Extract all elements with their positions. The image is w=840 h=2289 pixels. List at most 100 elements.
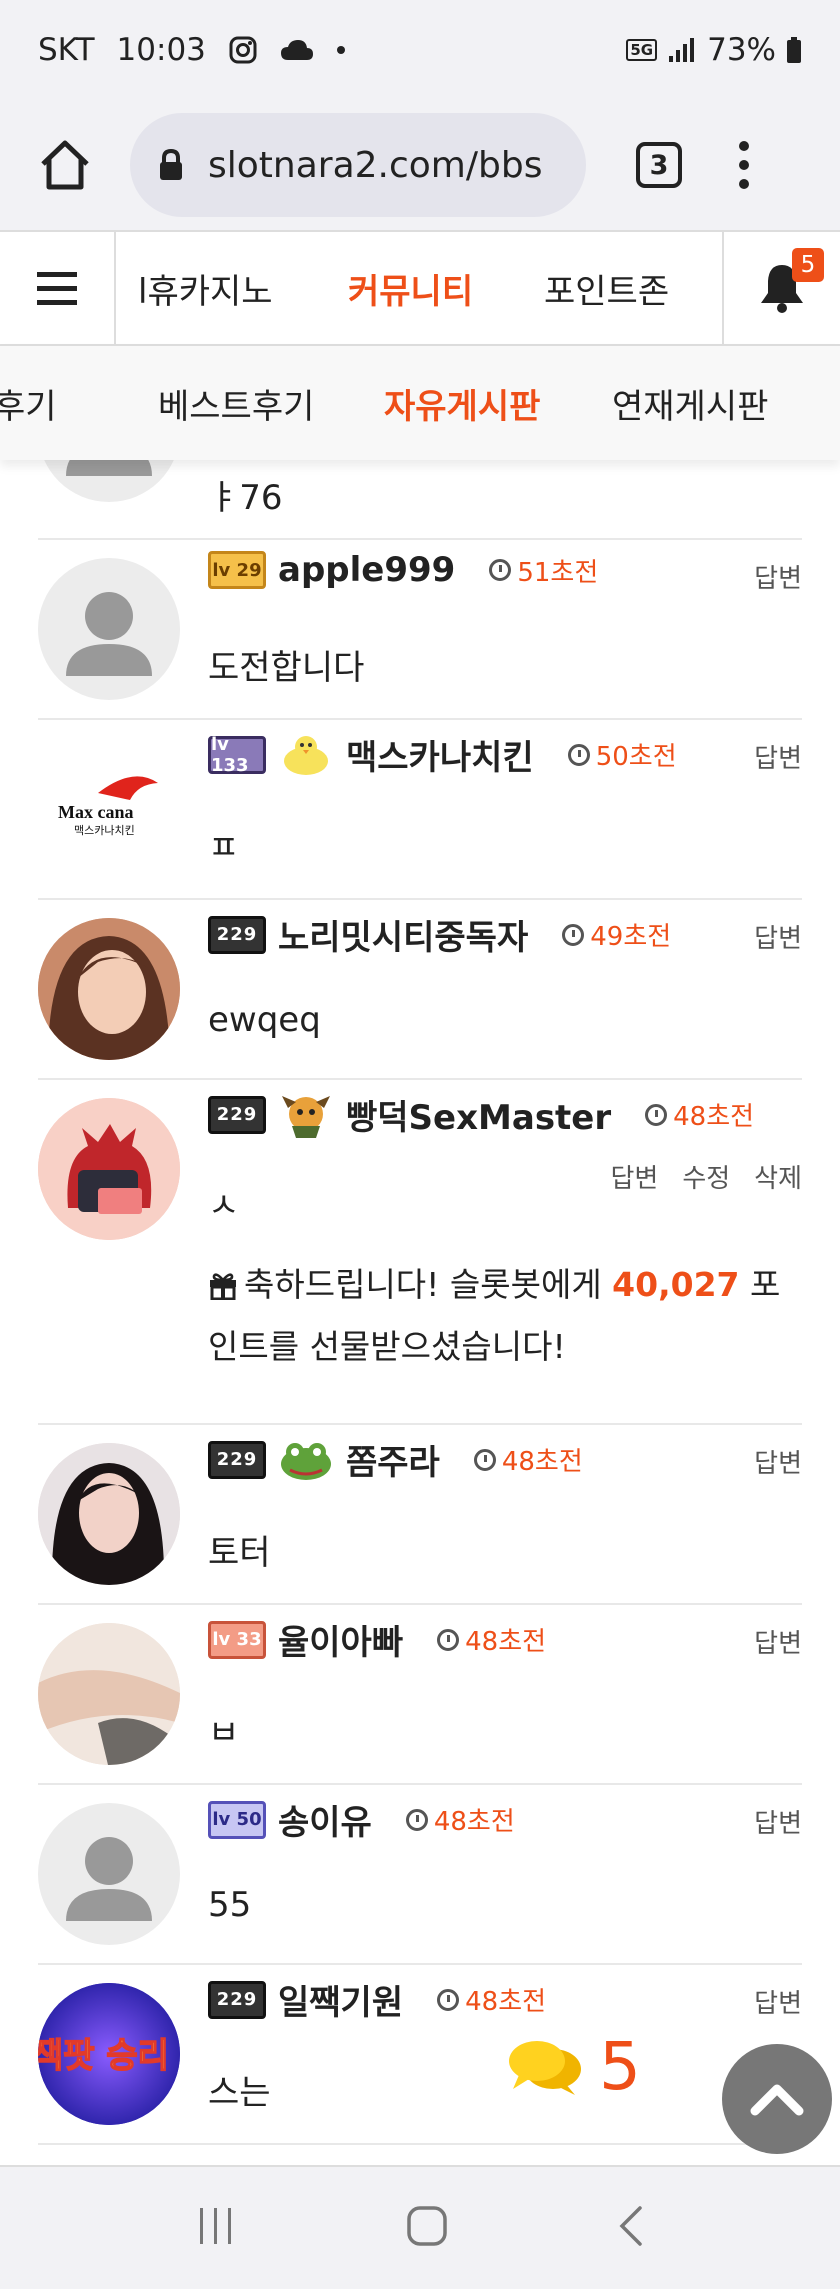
home-button[interactable] bbox=[30, 130, 100, 200]
comment-time: 48초전 bbox=[437, 1981, 546, 2018]
avatar[interactable] bbox=[38, 460, 180, 502]
gift-notice: 축하드립니다! 슬롯봇에게 40,027 포인트를 선물받으셨습니다! bbox=[208, 1256, 808, 1376]
comment-time: 48초전 bbox=[437, 1621, 546, 1658]
avatar[interactable]: 잭팟 승리 bbox=[38, 1983, 180, 2125]
nav-item-casino[interactable]: l휴카지노 bbox=[138, 264, 273, 313]
character-emblem-icon bbox=[278, 1093, 334, 1138]
comment-author[interactable]: 율이아빠 bbox=[278, 1615, 403, 1664]
menu-button[interactable] bbox=[0, 232, 116, 344]
avatar[interactable] bbox=[38, 1803, 180, 1945]
comment-text: ㅂ bbox=[208, 1713, 240, 1753]
comment-text: ㅍ bbox=[208, 828, 240, 868]
comment-text: ewqeq bbox=[208, 1000, 321, 1040]
list-item: 잭팟 승리 229 일짹기원 48초전 답변 스는 bbox=[38, 1965, 802, 2145]
brand-logo-avatar: Max cana 맥스카나치킨 bbox=[58, 776, 158, 837]
user-icon bbox=[66, 592, 152, 676]
home-square-icon bbox=[407, 2206, 447, 2246]
svg-text:맥스카나치킨: 맥스카나치킨 bbox=[74, 824, 135, 837]
comment-author[interactable]: 맥스카나치킨 bbox=[346, 730, 534, 779]
comment-list: ㅑ76 lv 29 apple999 51초전 답변 도전합니다 Max can… bbox=[0, 460, 840, 2165]
comment-author[interactable]: 쫌주라 bbox=[346, 1435, 440, 1484]
more-icon-dot bbox=[739, 179, 749, 189]
gift-message-prefix: 축하드립니다! 슬롯봇에게 bbox=[244, 1265, 613, 1304]
avatar[interactable] bbox=[38, 918, 180, 1060]
address-bar[interactable]: slotnara2.com/bbs bbox=[130, 113, 586, 217]
comment-text: ㅑ76 bbox=[208, 478, 283, 518]
comment-text: 55 bbox=[208, 1885, 252, 1925]
comment-author[interactable]: 빵덕SexMaster bbox=[346, 1090, 611, 1139]
tab-best-reviews[interactable]: 베스트후기 bbox=[158, 379, 314, 428]
comment-text: 토터 bbox=[208, 1533, 271, 1573]
reply-button[interactable]: 답변 bbox=[754, 1803, 802, 1840]
reply-button[interactable]: 답변 bbox=[610, 1158, 658, 1195]
reply-button[interactable]: 답변 bbox=[754, 1623, 802, 1660]
battery-icon bbox=[786, 36, 802, 64]
avatar[interactable] bbox=[38, 1098, 180, 1240]
level-badge: 229 bbox=[208, 1095, 266, 1134]
back-chevron-icon bbox=[619, 2206, 643, 2246]
avatar[interactable] bbox=[38, 1623, 180, 1765]
battery-label: 73% bbox=[707, 32, 776, 68]
more-icon bbox=[739, 141, 749, 151]
level-badge: lv 33 bbox=[208, 1620, 266, 1659]
instagram-icon bbox=[228, 35, 258, 65]
nav-item-community[interactable]: 커뮤니티 bbox=[348, 264, 473, 313]
comment-author[interactable]: 노리밋시티중독자 bbox=[278, 910, 528, 959]
tab-reviews[interactable]: 후기 bbox=[0, 379, 57, 428]
clock-icon bbox=[405, 1808, 428, 1831]
avatar[interactable]: Max cana 맥스카나치킨 bbox=[38, 738, 180, 880]
reply-button[interactable]: 답변 bbox=[754, 1983, 802, 2020]
edit-button[interactable]: 수정 bbox=[682, 1158, 730, 1195]
comment-text: 스는 bbox=[208, 2073, 271, 2113]
nav-item-points[interactable]: 포인트존 bbox=[544, 264, 669, 313]
tab-free-board[interactable]: 자유게시판 bbox=[384, 379, 540, 428]
clock-icon bbox=[437, 1628, 460, 1651]
list-item: 229 노리밋시티중독자 49초전 답변 ewqeq bbox=[38, 900, 802, 1080]
avatar[interactable] bbox=[38, 1443, 180, 1585]
clock-icon bbox=[567, 743, 590, 766]
recents-icon bbox=[199, 2208, 231, 2244]
home-icon bbox=[41, 140, 89, 190]
cartoon-avatar bbox=[38, 1098, 180, 1240]
dot-icon bbox=[336, 45, 346, 55]
back-button[interactable] bbox=[616, 2204, 646, 2252]
list-item: 229 빵덕SexMaster 48초전 답변 수정 삭제 ㅅ 축하드립니다! … bbox=[38, 1080, 802, 1425]
recent-apps-button[interactable] bbox=[194, 2206, 238, 2250]
list-item: lv 29 apple999 51초전 답변 도전합니다 bbox=[38, 540, 802, 720]
user-icon bbox=[66, 1837, 152, 1921]
scroll-to-top-button[interactable] bbox=[722, 2044, 832, 2154]
chat-button[interactable]: 5 bbox=[505, 2028, 641, 2105]
level-badge: lv 133 bbox=[208, 734, 266, 776]
tab-switcher-button[interactable]: 3 bbox=[636, 142, 682, 188]
comment-author[interactable]: apple999 bbox=[278, 550, 455, 590]
cloud-icon bbox=[280, 38, 314, 62]
board-tabs: 후기 베스트후기 자유게시판 연재게시판 bbox=[0, 346, 840, 460]
level-badge: 229 bbox=[208, 915, 266, 954]
system-nav-bar bbox=[0, 2165, 840, 2289]
comment-author[interactable]: 송이유 bbox=[278, 1795, 372, 1844]
list-item: ㅑ76 bbox=[38, 460, 802, 540]
comment-time: 48초전 bbox=[645, 1096, 754, 1133]
comment-time-text: 51초전 bbox=[517, 557, 599, 588]
reply-button[interactable]: 답변 bbox=[754, 738, 802, 775]
overflow-menu-button[interactable] bbox=[734, 141, 754, 189]
comment-time-text: 49초전 bbox=[590, 922, 672, 952]
comment-author[interactable]: 일짹기원 bbox=[278, 1975, 403, 2024]
reply-button[interactable]: 답변 bbox=[754, 1443, 802, 1480]
hamburger-icon-bar bbox=[37, 299, 77, 305]
level-badge: lv 50 bbox=[208, 1800, 266, 1839]
delete-button[interactable]: 삭제 bbox=[754, 1158, 802, 1195]
reply-button[interactable]: 답변 bbox=[754, 558, 802, 595]
tab-serial-board[interactable]: 연재게시판 bbox=[612, 379, 768, 428]
comment-time: 48초전 bbox=[405, 1801, 515, 1838]
avatar[interactable] bbox=[38, 558, 180, 700]
more-icon-dot bbox=[739, 160, 749, 170]
comment-time-text: 48초전 bbox=[465, 1987, 547, 2017]
home-nav-button[interactable] bbox=[405, 2204, 449, 2252]
frog-emblem-icon bbox=[278, 1438, 334, 1482]
reply-button[interactable]: 답변 bbox=[754, 918, 802, 955]
comment-time-text: 48초전 bbox=[501, 1447, 583, 1477]
list-item: lv 33 율이아빠 48초전 답변 ㅂ bbox=[38, 1605, 802, 1785]
clock-icon bbox=[473, 1448, 496, 1471]
notification-button[interactable]: 5 bbox=[722, 232, 840, 344]
